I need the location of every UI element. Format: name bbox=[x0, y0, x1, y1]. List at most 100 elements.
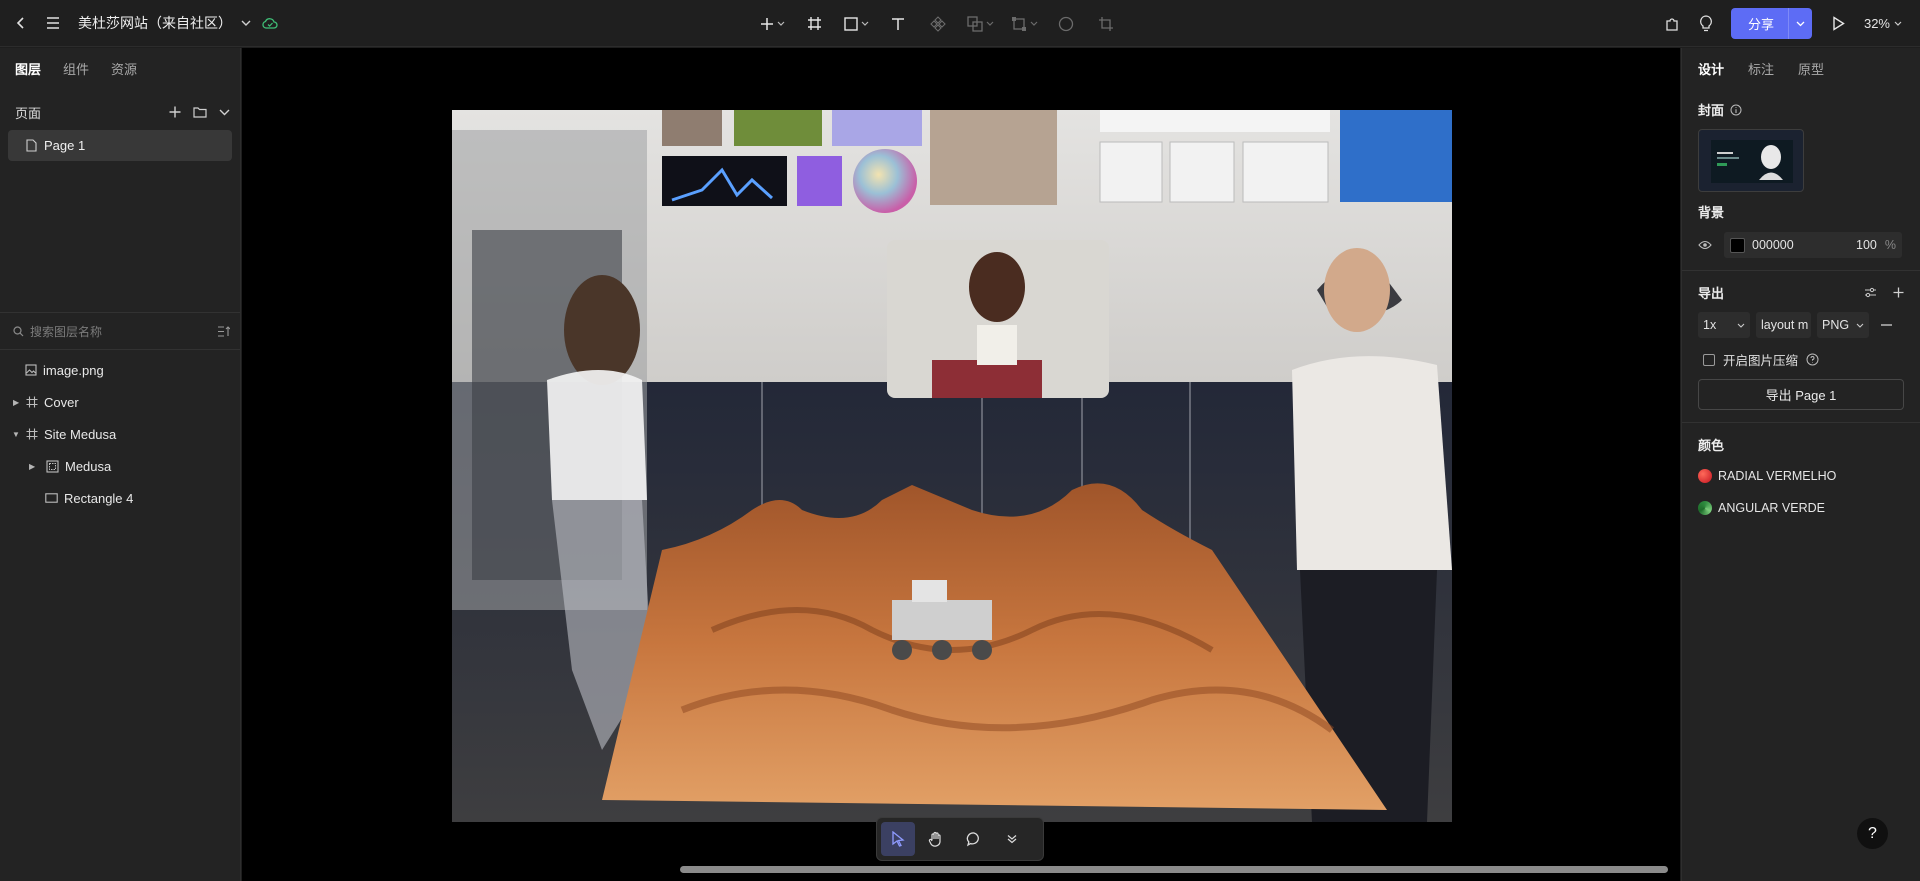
chevron-down-icon bbox=[986, 21, 993, 26]
canvas[interactable] bbox=[242, 48, 1680, 881]
mask-icon bbox=[1011, 16, 1026, 31]
tab-annotate[interactable]: 标注 bbox=[1748, 59, 1774, 78]
expand-icon[interactable]: ▶ bbox=[29, 462, 35, 471]
more-tools-button[interactable] bbox=[995, 822, 1029, 856]
background-opacity[interactable]: 100 bbox=[1856, 238, 1877, 252]
layer-label: Cover bbox=[44, 394, 79, 410]
document-title[interactable]: 美杜莎网站（来自社区） bbox=[78, 13, 232, 33]
colors-section: 颜色 RADIAL VERMELHO ANGULAR VERDE bbox=[1682, 423, 1920, 524]
help-icon[interactable] bbox=[1806, 353, 1819, 366]
background-title: 背景 bbox=[1698, 205, 1725, 220]
share-button[interactable]: 分享 bbox=[1730, 8, 1812, 39]
cloud-sync-icon bbox=[256, 0, 284, 47]
artboard-image[interactable] bbox=[452, 110, 1452, 822]
chevron-down-icon bbox=[1856, 323, 1864, 328]
filter-icon[interactable] bbox=[217, 325, 230, 337]
tab-assets[interactable]: 资源 bbox=[111, 59, 137, 78]
background-hex[interactable]: 000000 bbox=[1752, 238, 1856, 252]
layer-row-medusa[interactable]: ▶ Medusa bbox=[0, 450, 240, 482]
artboard-photo bbox=[452, 110, 1452, 822]
collapse-icon[interactable]: ▼ bbox=[12, 430, 20, 439]
cursor-icon bbox=[892, 831, 905, 847]
chevron-down-icon bbox=[777, 21, 784, 26]
export-page-button[interactable]: 导出 Page 1 bbox=[1698, 379, 1904, 410]
export-label: 导出 bbox=[1698, 286, 1725, 301]
pages-title: 页面 bbox=[15, 105, 42, 121]
background-color-field[interactable]: 000000 100 % bbox=[1724, 232, 1902, 258]
circle-tool[interactable] bbox=[1046, 0, 1086, 47]
layer-search[interactable]: 搜索图层名称 bbox=[0, 313, 240, 349]
chevron-down-icon[interactable] bbox=[219, 109, 230, 116]
export-format-select[interactable]: PNG bbox=[1817, 312, 1869, 338]
share-label: 分享 bbox=[1747, 17, 1774, 32]
boolean-icon bbox=[966, 15, 983, 32]
component-icon bbox=[46, 459, 59, 473]
tab-prototype[interactable]: 原型 bbox=[1798, 59, 1824, 78]
layer-label: Medusa bbox=[65, 458, 112, 474]
page-item[interactable]: Page 1 bbox=[8, 130, 232, 161]
left-panel-tabs: 图层 组件 资源 bbox=[0, 48, 240, 88]
add-export-icon[interactable] bbox=[1893, 287, 1904, 298]
layer-label: Rectangle 4 bbox=[64, 490, 134, 506]
layer-row-image[interactable]: image.png bbox=[0, 354, 240, 386]
layer-row-cover[interactable]: ▶ Cover bbox=[0, 386, 240, 418]
comment-tool-button[interactable] bbox=[957, 822, 991, 856]
zoom-label: 32% bbox=[1863, 16, 1890, 31]
share-dropdown[interactable] bbox=[1787, 8, 1812, 39]
compress-checkbox[interactable] bbox=[1703, 353, 1715, 366]
expand-icon[interactable]: ▶ bbox=[13, 398, 19, 407]
play-icon[interactable] bbox=[1816, 0, 1862, 47]
component-tool[interactable] bbox=[918, 0, 958, 47]
properties-panel: 设计 标注 原型 封面 背景 000000 100 % 导出 1x layout… bbox=[1681, 48, 1920, 881]
layer-row-site-medusa[interactable]: ▼ Site Medusa bbox=[0, 418, 240, 450]
circle-icon bbox=[1058, 16, 1074, 31]
chevron-down-icon bbox=[1737, 323, 1745, 328]
chevron-down-icon bbox=[1894, 21, 1902, 26]
lightbulb-icon[interactable] bbox=[1689, 0, 1723, 47]
frame-tool[interactable] bbox=[794, 0, 834, 47]
tab-design[interactable]: 设计 bbox=[1698, 59, 1724, 78]
zoom-control[interactable]: 32% bbox=[1864, 16, 1902, 31]
move-tool-button[interactable] bbox=[881, 822, 915, 856]
tab-components[interactable]: 组件 bbox=[63, 59, 89, 78]
eye-icon[interactable] bbox=[1698, 240, 1712, 250]
export-scale-select[interactable]: 1x bbox=[1698, 312, 1750, 338]
frame-icon bbox=[807, 17, 821, 30]
add-page-icon[interactable] bbox=[169, 106, 181, 118]
color-style-item[interactable]: RADIAL VERMELHO bbox=[1698, 460, 1904, 492]
tab-layers[interactable]: 图层 bbox=[15, 59, 41, 78]
background-section: 背景 000000 100 % bbox=[1682, 192, 1920, 258]
help-button[interactable]: ? bbox=[1857, 818, 1888, 849]
color-style-item[interactable]: ANGULAR VERDE bbox=[1698, 492, 1904, 524]
page-item-label: Page 1 bbox=[44, 138, 86, 153]
plugin-icon[interactable] bbox=[1655, 0, 1689, 47]
insert-tool[interactable] bbox=[750, 0, 794, 47]
layer-row-rectangle[interactable]: Rectangle 4 bbox=[0, 482, 240, 514]
radial-red-swatch bbox=[1698, 469, 1712, 483]
back-icon[interactable] bbox=[4, 0, 38, 47]
export-suffix-input[interactable]: layout m bbox=[1756, 312, 1811, 338]
cover-title: 封面 bbox=[1698, 100, 1904, 119]
menu-icon[interactable] bbox=[38, 0, 68, 47]
hand-tool-button[interactable] bbox=[919, 822, 953, 856]
chevron-down-icon bbox=[1796, 21, 1805, 26]
crop-tool[interactable] bbox=[1086, 0, 1126, 47]
mask-tool[interactable] bbox=[1002, 0, 1046, 47]
chevron-down-icon[interactable] bbox=[236, 0, 256, 47]
shape-tool[interactable] bbox=[834, 0, 878, 47]
text-tool[interactable] bbox=[878, 0, 918, 47]
folder-icon[interactable] bbox=[193, 106, 207, 118]
cover-thumbnail[interactable] bbox=[1698, 129, 1804, 192]
export-section: 导出 1x layout m PNG 开启图片压缩 导出 Page 1 bbox=[1682, 271, 1920, 410]
search-input[interactable]: 搜索图层名称 bbox=[30, 323, 102, 340]
export-suffix: layout m bbox=[1761, 318, 1809, 332]
settings-sliders-icon[interactable] bbox=[1864, 287, 1877, 298]
boolean-tool[interactable] bbox=[958, 0, 1002, 47]
layer-label: Site Medusa bbox=[44, 426, 117, 442]
color-swatch[interactable] bbox=[1730, 237, 1745, 253]
export-format: PNG bbox=[1822, 318, 1850, 332]
remove-export-icon[interactable] bbox=[1881, 324, 1892, 326]
info-icon[interactable] bbox=[1730, 104, 1742, 116]
horizontal-scrollbar[interactable] bbox=[680, 866, 1668, 873]
top-toolbar: 美杜莎网站（来自社区） 分享 32% bbox=[0, 0, 1920, 47]
